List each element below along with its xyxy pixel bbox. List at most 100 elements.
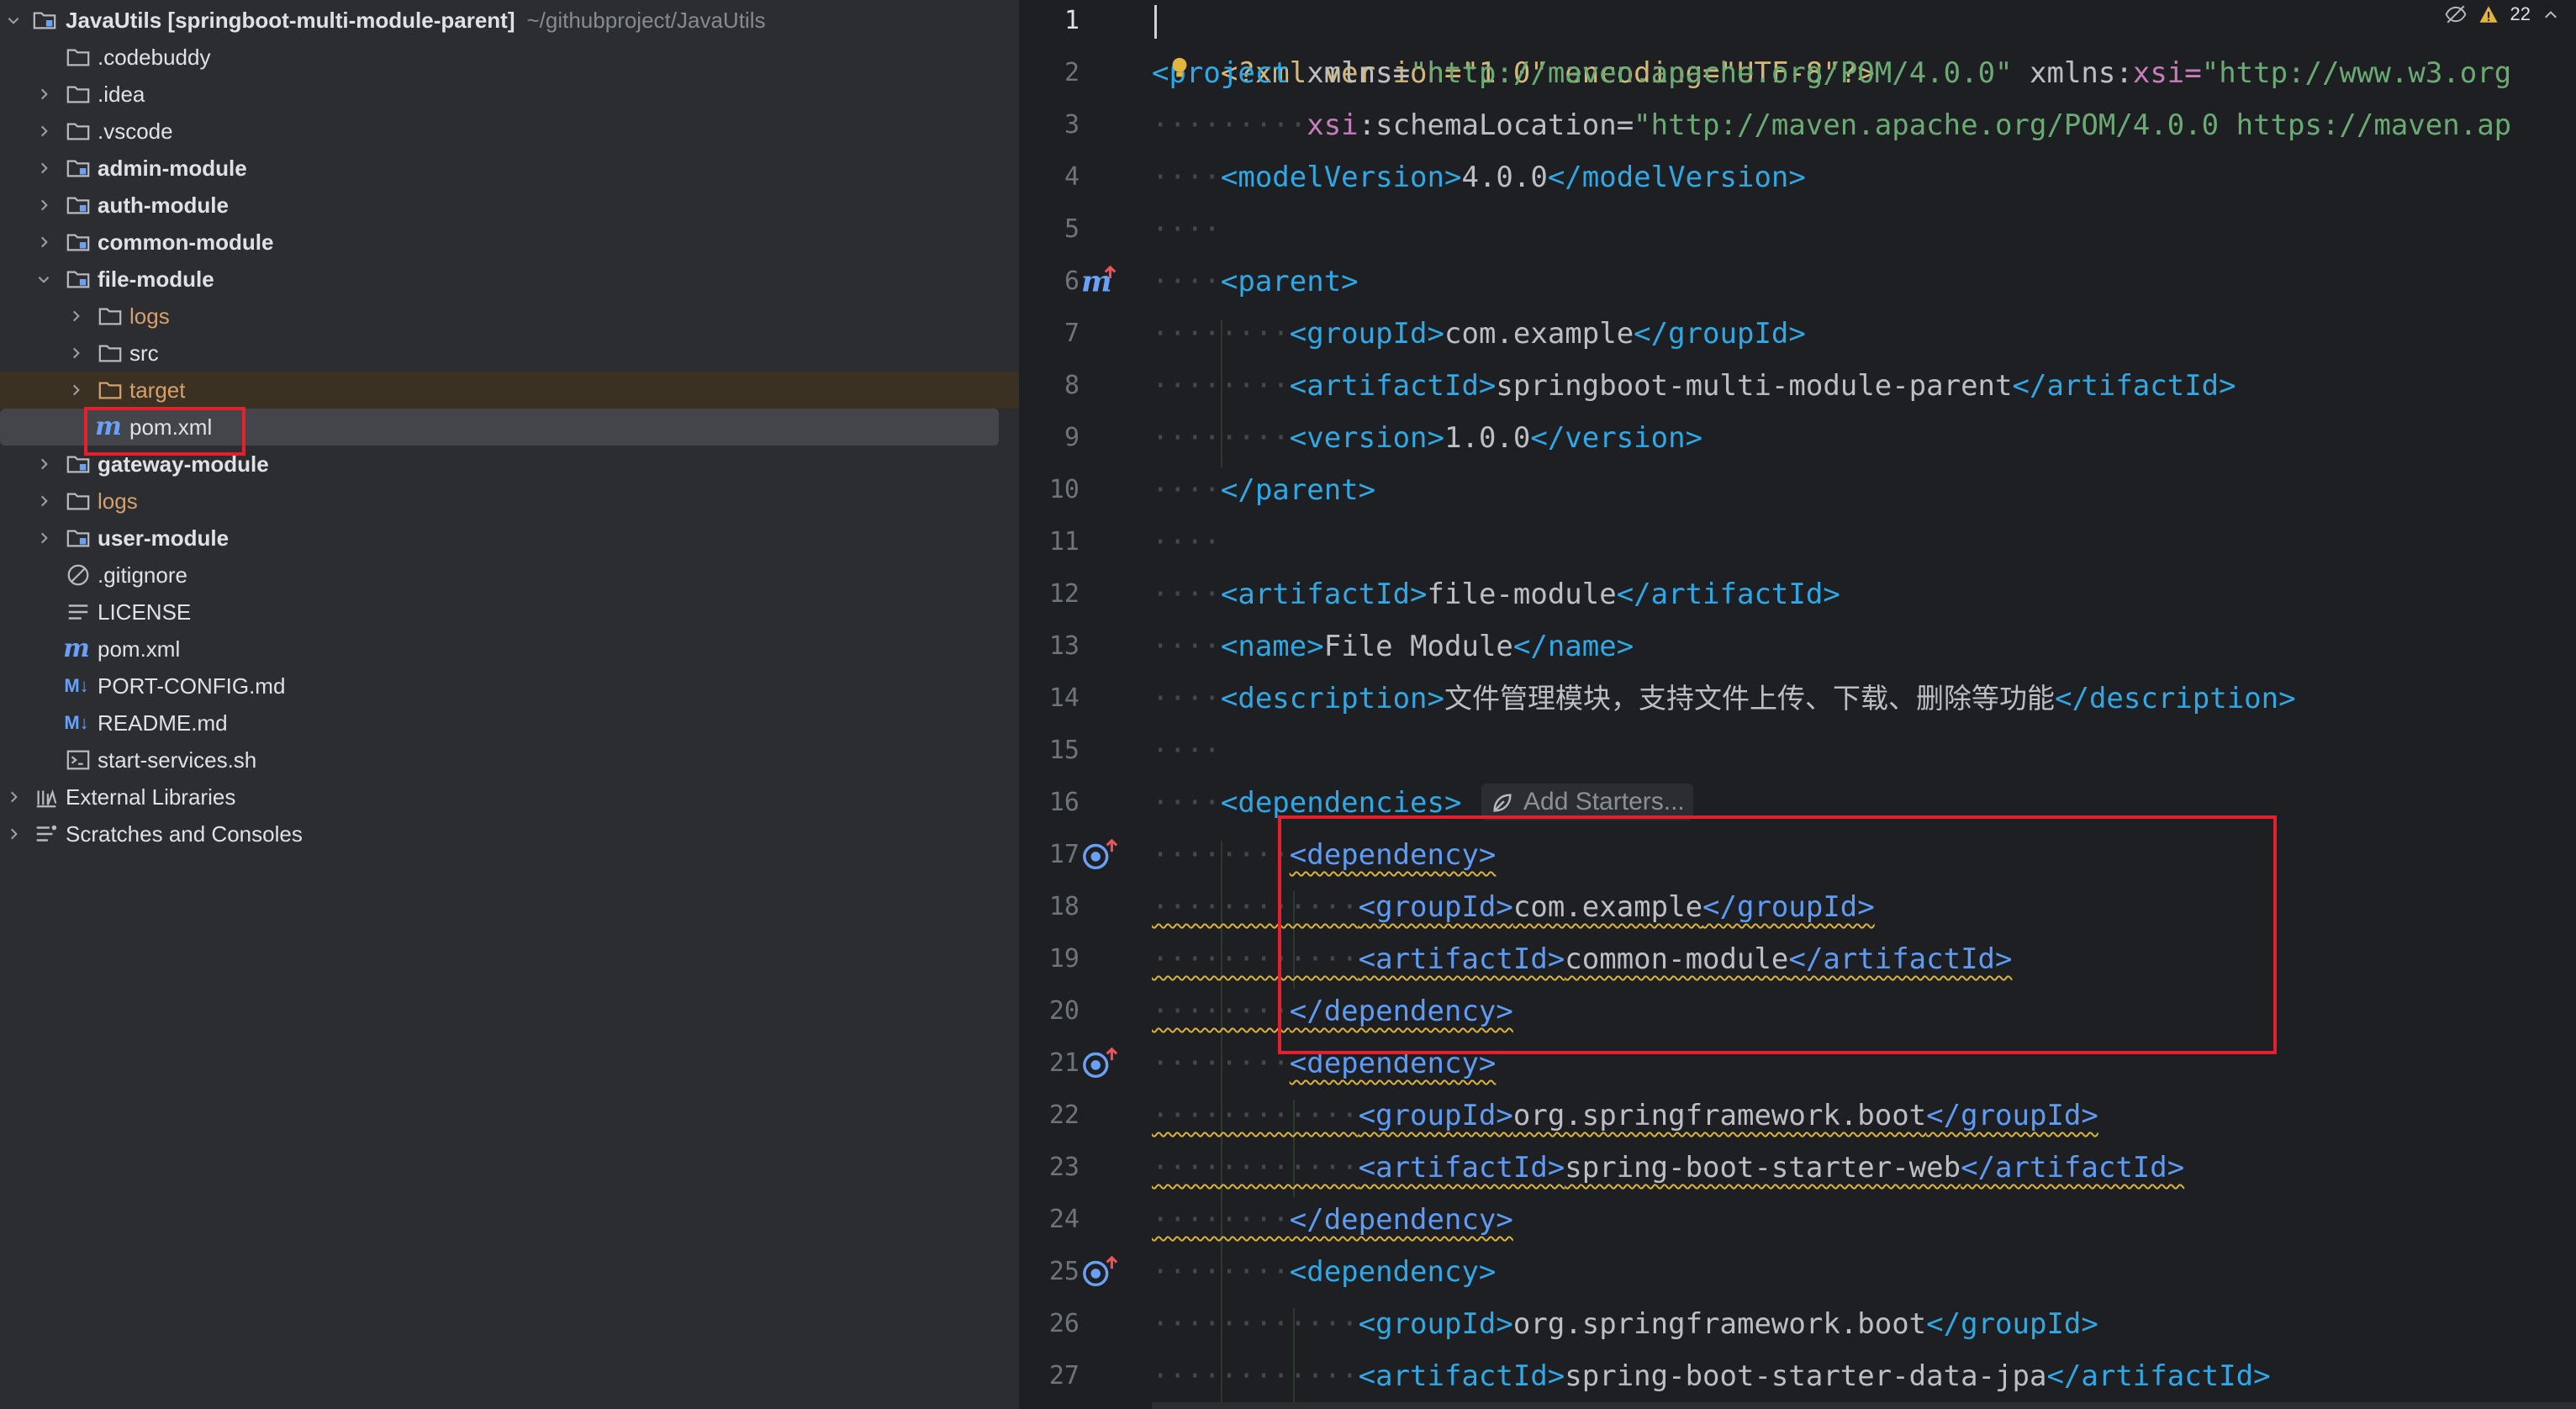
horizontal-scrollbar[interactable] — [1152, 1402, 2576, 1409]
code-line-24: ········</dependency> — [1152, 1203, 1513, 1237]
xml-tag: </groupId> — [1926, 1307, 2098, 1341]
code-line-15: ···· — [1152, 734, 1221, 768]
tree-item-readme[interactable]: M↓ README.md — [0, 704, 1019, 741]
xml-tag: </artifactId> — [2046, 1359, 2271, 1393]
chevron-right-icon[interactable] — [34, 454, 54, 474]
chevron-down-icon[interactable] — [34, 269, 54, 289]
code-editor[interactable]: 22 <?xml version="1.0" encoding="UTF-8"?… — [1152, 0, 2576, 1409]
tree-item-gateway-module[interactable]: gateway-module — [0, 446, 1019, 483]
xml-tag: <artifactId> — [1358, 1359, 1565, 1393]
chevron-right-icon[interactable] — [34, 195, 54, 215]
tree-item-admin-module[interactable]: admin-module — [0, 150, 1019, 187]
line-number: 5 — [1064, 214, 1079, 244]
tree-item-user-module[interactable]: user-module — [0, 520, 1019, 557]
tree-item-idea[interactable]: .idea — [0, 76, 1019, 113]
xml-tag: <description> — [1220, 682, 1444, 715]
line-number: 2 — [1064, 58, 1079, 87]
tree-item-codebuddy[interactable]: .codebuddy — [0, 39, 1019, 76]
code-line-27: ············<artifactId>spring-boot-star… — [1152, 1359, 2271, 1393]
xml-tag: </artifactId> — [1788, 942, 2013, 976]
line-number: 9 — [1064, 423, 1079, 452]
spring-bean-gutter-icon[interactable] — [1081, 1037, 1132, 1090]
line-number: 18 — [1048, 892, 1079, 921]
chevron-right-icon[interactable] — [66, 306, 86, 326]
warning-count[interactable]: 22 — [2510, 3, 2531, 25]
line-number: 12 — [1048, 579, 1079, 609]
chevron-right-icon[interactable] — [3, 824, 24, 844]
xml-tag: </groupId> — [1634, 317, 1806, 351]
xml-tag: <artifactId> — [1358, 942, 1565, 976]
code-line-18: ············<groupId>com.example</groupI… — [1152, 890, 1875, 924]
xml-tag: </version> — [1530, 421, 1703, 455]
tree-item-vscode[interactable]: .vscode — [0, 113, 1019, 150]
spring-bean-gutter-icon[interactable] — [1081, 1246, 1132, 1298]
chevron-right-icon[interactable] — [34, 491, 54, 511]
tree-item-external-libraries[interactable]: External Libraries — [0, 778, 1019, 815]
tree-item-label: logs — [129, 303, 170, 329]
tree-item-label: .codebuddy — [98, 44, 211, 70]
chevron-up-icon[interactable] — [2542, 6, 2559, 23]
editor-status-corner: 22 — [2445, 3, 2559, 25]
maven-gutter-icon[interactable]: m — [1081, 256, 1132, 308]
tree-item-label: .gitignore — [98, 562, 187, 588]
tree-item-label: pom.xml — [98, 636, 181, 662]
tree-item-label: pom.xml — [129, 414, 213, 440]
tree-item-target[interactable]: target — [0, 372, 1019, 409]
code-line-6: ····<parent> — [1152, 265, 1359, 298]
tree-item-file-module[interactable]: file-module — [0, 261, 1019, 298]
code-line-23: ············<artifactId>spring-boot-star… — [1152, 1151, 2185, 1185]
code-line-25: ········<dependency> — [1152, 1255, 1497, 1289]
tree-item-port-config[interactable]: M↓ PORT-CONFIG.md — [0, 668, 1019, 704]
xml-tag: <modelVersion> — [1220, 161, 1462, 194]
xml-text: spring-boot-starter-web — [1565, 1151, 1961, 1185]
tree-root-row[interactable]: JavaUtils [springboot-multi-module-paren… — [0, 2, 1019, 39]
tree-item-label: .vscode — [98, 118, 173, 144]
chevron-right-icon[interactable] — [34, 528, 54, 548]
tree-item-file-module-pom[interactable]: m pom.xml — [0, 409, 1019, 446]
folder-icon — [98, 377, 123, 403]
xml-text: 文件管理模块，支持文件上传、下载、删除等功能 — [1444, 682, 2055, 715]
tree-item-file-module-logs[interactable]: logs — [0, 298, 1019, 335]
add-starters-hint[interactable]: Add Starters... — [1481, 784, 1693, 821]
xml-tag: <groupId> — [1358, 1099, 1513, 1132]
tree-item-src[interactable]: src — [0, 335, 1019, 372]
xml-tag: <version> — [1289, 421, 1444, 455]
tree-item-start-services[interactable]: start-services.sh — [0, 741, 1019, 778]
chevron-right-icon[interactable] — [34, 158, 54, 178]
tree-item-root-pom[interactable]: m pom.xml — [0, 631, 1019, 668]
tree-item-label: External Libraries — [66, 784, 236, 810]
spring-bean-gutter-icon[interactable] — [1081, 829, 1132, 881]
folder-icon — [98, 340, 123, 366]
tree-item-scratches[interactable]: Scratches and Consoles — [0, 815, 1019, 852]
attr-xmlns: xmlns= — [1306, 56, 1411, 90]
xml-tag: </parent> — [1220, 473, 1376, 507]
tree-item-label: .idea — [98, 81, 145, 107]
chevron-right-icon[interactable] — [66, 380, 86, 400]
folder-icon — [66, 119, 91, 144]
code-line-8: ········<artifactId>springboot-multi-mod… — [1152, 369, 2236, 403]
chevron-right-icon[interactable] — [34, 84, 54, 104]
tree-item-common-module[interactable]: common-module — [0, 224, 1019, 261]
chevron-right-icon[interactable] — [66, 343, 86, 363]
code-line-19: ············<artifactId>common-module</a… — [1152, 942, 2013, 976]
code-line-9: ········<version>1.0.0</version> — [1152, 421, 1703, 455]
warning-icon[interactable] — [2478, 4, 2499, 24]
line-number: 21 — [1048, 1048, 1079, 1078]
xml-tag: </modelVersion> — [1547, 161, 1806, 194]
tree-item-license[interactable]: LICENSE — [0, 594, 1019, 631]
code-line-2: <project xmlns="http://maven.apache.org/… — [1152, 47, 2511, 99]
chevron-down-icon[interactable] — [3, 10, 24, 30]
maven-file-icon: m — [95, 412, 122, 441]
chevron-right-icon[interactable] — [3, 787, 24, 807]
chevron-right-icon[interactable] — [34, 232, 54, 252]
tree-item-auth-module[interactable]: auth-module — [0, 187, 1019, 224]
xml-tag: </artifactId> — [1616, 578, 1840, 611]
xml-text: 4.0.0 — [1461, 161, 1548, 194]
tree-item-logs[interactable]: logs — [0, 483, 1019, 520]
chevron-right-icon[interactable] — [34, 121, 54, 141]
folder-icon — [66, 45, 91, 70]
line-number: 19 — [1048, 944, 1079, 974]
tree-item-gitignore[interactable]: .gitignore — [0, 557, 1019, 594]
eye-off-icon[interactable] — [2445, 3, 2467, 25]
bulb-icon[interactable] — [1167, 55, 1192, 81]
